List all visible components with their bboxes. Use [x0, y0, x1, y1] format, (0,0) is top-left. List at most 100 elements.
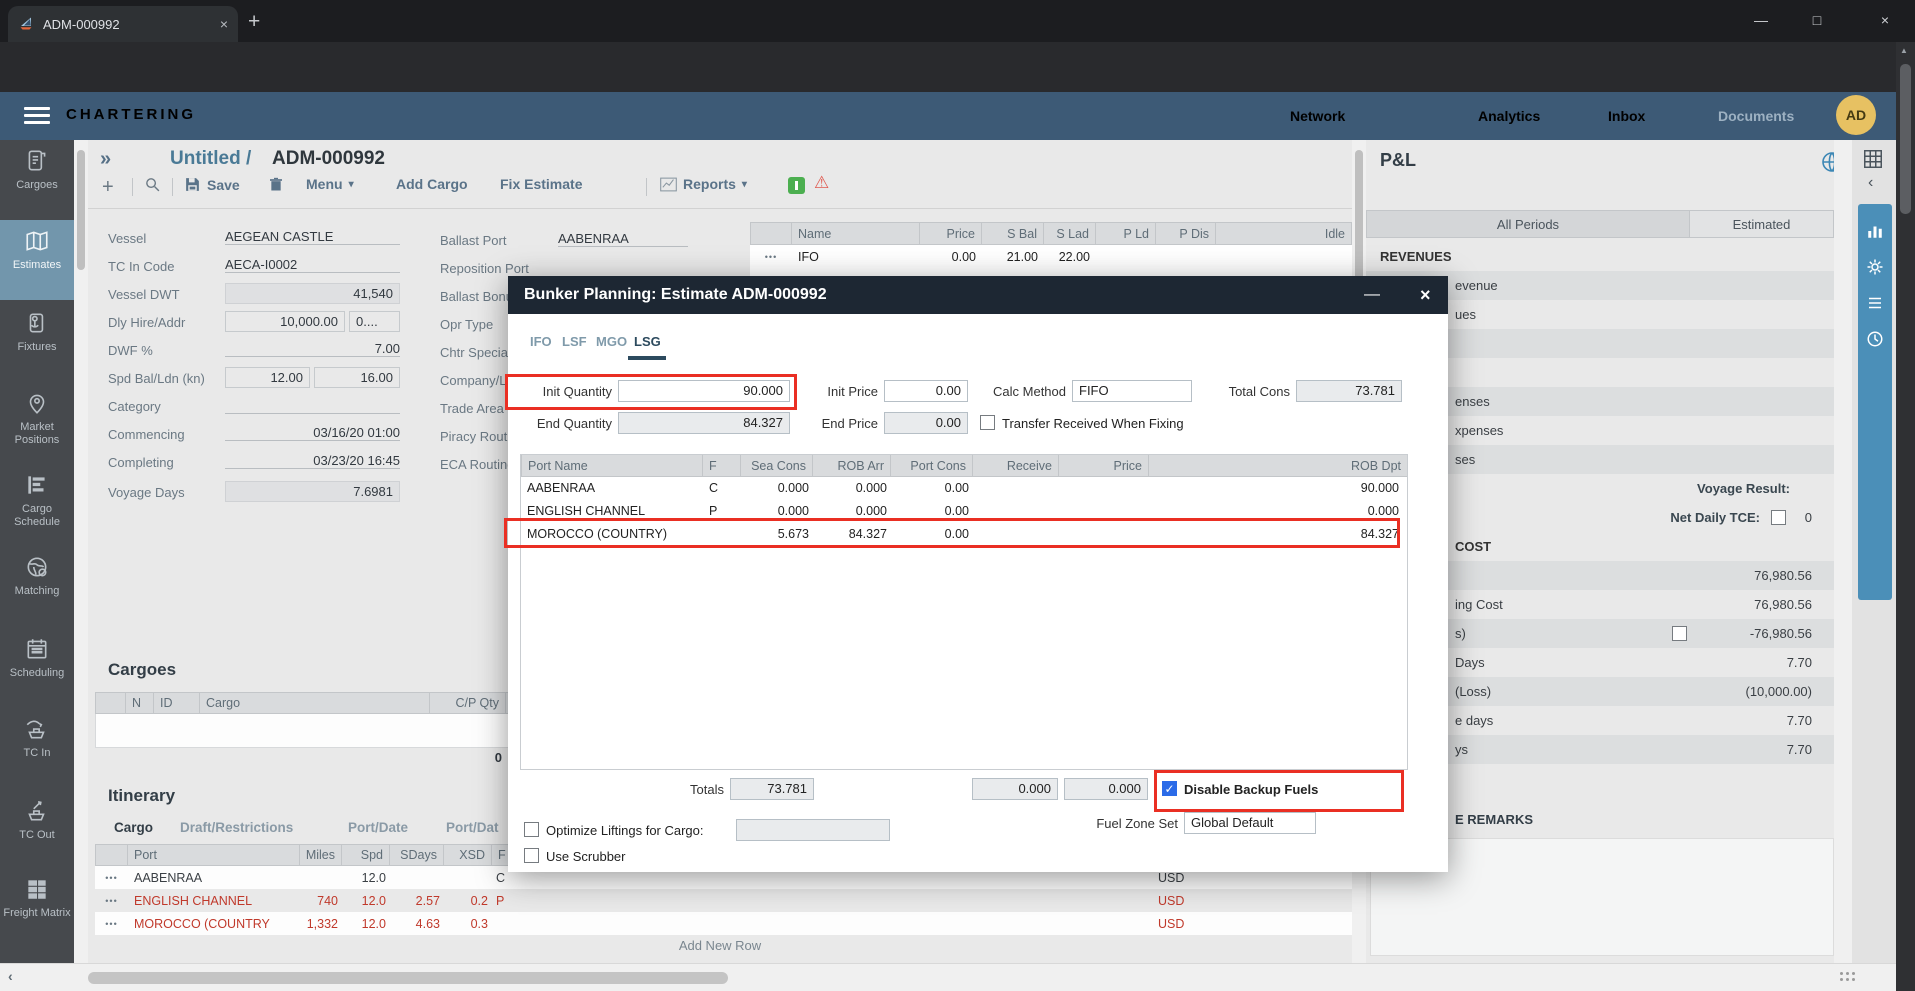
tce-checkbox[interactable]	[1771, 510, 1786, 525]
modal-tab-lsg[interactable]: LSG	[634, 334, 661, 349]
spd-ldn-field[interactable]: 16.00	[314, 367, 400, 388]
add-button[interactable]: +	[102, 176, 114, 199]
add-cargo-button[interactable]: Add Cargo	[396, 176, 468, 192]
sidebar-item-tc-in[interactable]: TC In	[0, 708, 74, 788]
spd-bal-field[interactable]: 12.00	[225, 367, 310, 388]
column-header[interactable]: ROB Arr	[813, 455, 891, 477]
column-header[interactable]: F	[703, 455, 741, 477]
column-header[interactable]: P Ld	[1096, 222, 1156, 245]
ballast-port-field[interactable]: AABENRAA	[558, 231, 688, 247]
column-header[interactable]: XSD	[444, 844, 492, 866]
completing-field[interactable]: 03/23/20 16:45	[225, 453, 400, 469]
modal-title-bar[interactable]: Bunker Planning: Estimate ADM-000992 — ×	[508, 276, 1448, 314]
scroll-up-icon[interactable]: ▲	[1900, 46, 1908, 55]
sidebar-item-freight-matrix[interactable]: Freight Matrix	[0, 868, 74, 958]
init-price-field[interactable]: 0.00	[884, 380, 968, 402]
modal-close-icon[interactable]: ×	[1420, 285, 1431, 306]
sidebar-item-matching[interactable]: Matching	[0, 546, 74, 626]
use-scrubber-checkbox[interactable]	[524, 848, 539, 863]
pl-checkbox[interactable]	[1672, 626, 1687, 641]
sidebar-item-fixtures[interactable]: Fixtures	[0, 302, 74, 380]
modal-tab-ifo[interactable]: IFO	[530, 334, 552, 349]
fuel-row-ifo[interactable]: ••• IFO 0.00 21.00 22.00	[750, 245, 1352, 268]
column-header[interactable]: Miles	[300, 844, 342, 866]
expand-panel-icon[interactable]: »	[100, 148, 111, 171]
column-header[interactable]: Port Name	[521, 455, 703, 477]
list-icon[interactable]	[1866, 294, 1884, 312]
bottom-scrollbar[interactable]: ‹	[0, 963, 1896, 991]
column-header[interactable]: P Dis	[1156, 222, 1216, 245]
sidebar-item-market-positions[interactable]: Market Positions	[0, 382, 74, 462]
column-header[interactable]: Sea Cons	[741, 455, 813, 477]
tab-port-date[interactable]: Port/Date	[348, 820, 408, 835]
tab-close-icon[interactable]: ×	[220, 16, 228, 32]
addr-field[interactable]: 0....	[349, 311, 400, 332]
commencing-field[interactable]: 03/16/20 01:00	[225, 425, 400, 441]
browser-scrollbar-thumb[interactable]	[1900, 64, 1911, 214]
column-header[interactable]: Price	[1059, 455, 1149, 477]
fuel-zone-field[interactable]: Global Default	[1184, 812, 1316, 834]
save-button[interactable]: Save	[184, 176, 240, 193]
column-header[interactable]: Cargo	[200, 692, 430, 714]
pl-period-header[interactable]: All Periods	[1366, 210, 1690, 238]
reports-button[interactable]: Reports▾	[660, 176, 747, 192]
new-tab-button[interactable]: +	[248, 10, 260, 34]
sidebar-item-estimates[interactable]: Estimates	[0, 220, 74, 300]
tab-port-day[interactable]: Port/Dat	[446, 820, 499, 835]
menu-button[interactable]: Menu▾	[306, 176, 354, 192]
column-header[interactable]: Price	[920, 222, 982, 245]
row-menu-icon[interactable]: •••	[95, 919, 128, 929]
column-header[interactable]: C/P Qty	[430, 692, 506, 714]
estimate-warning-icon[interactable]: ⚠	[814, 173, 829, 193]
grid-view-icon[interactable]	[1862, 148, 1884, 175]
search-icon[interactable]	[144, 176, 161, 193]
dly-hire-field[interactable]: 10,000.00	[225, 311, 345, 332]
transfer-received-checkbox[interactable]	[980, 415, 995, 430]
user-avatar[interactable]: AD	[1836, 95, 1876, 135]
category-field[interactable]	[225, 397, 400, 414]
window-minimize-button[interactable]: —	[1738, 0, 1784, 40]
modal-minimize-icon[interactable]: —	[1364, 286, 1380, 304]
validation-ok-icon[interactable]	[788, 177, 805, 194]
browser-tab[interactable]: ADM-000992 ×	[8, 6, 238, 42]
bottom-scrollbar-thumb[interactable]	[88, 972, 728, 984]
browser-scrollbar[interactable]: ▲	[1896, 42, 1915, 991]
nav-analytics[interactable]: Analytics	[1478, 108, 1540, 124]
fix-estimate-button[interactable]: Fix Estimate	[500, 176, 582, 192]
row-menu-icon[interactable]: •••	[95, 896, 128, 906]
column-header[interactable]: SDays	[390, 844, 444, 866]
pl-scrollbar[interactable]: ▲ ▼	[1834, 140, 1852, 963]
modal-tab-lsf[interactable]: LSF	[562, 334, 587, 349]
window-close-button[interactable]: ×	[1862, 0, 1908, 40]
column-header[interactable]: S Lad	[1044, 222, 1096, 245]
clock-icon[interactable]	[1866, 330, 1884, 348]
column-header[interactable]: N	[126, 692, 154, 714]
breadcrumb-untitled[interactable]: Untitled /	[170, 148, 251, 170]
main-left-scrollbar[interactable]	[74, 140, 88, 963]
tab-draft-restrictions[interactable]: Draft/Restrictions	[180, 820, 293, 835]
tc-in-code-field[interactable]: AECA-I0002	[225, 257, 400, 273]
itinerary-row[interactable]: ••• ENGLISH CHANNEL 740 12.0 2.57 0.2 P …	[95, 889, 1352, 912]
column-header[interactable]: Name	[792, 222, 920, 245]
itinerary-row[interactable]: ••• MOROCCO (COUNTRY 1,332 12.0 4.63 0.3…	[95, 912, 1352, 935]
add-new-row-button[interactable]: Add New Row	[88, 938, 1352, 953]
dwf-field[interactable]: 7.00	[225, 341, 400, 357]
modal-tab-mgo[interactable]: MGO	[596, 334, 627, 349]
optimize-cargo-field[interactable]	[736, 819, 890, 841]
column-header[interactable]: Idle	[1216, 222, 1352, 245]
chart-icon[interactable]	[1866, 222, 1884, 240]
collapse-rail-icon[interactable]: ‹	[1868, 174, 1873, 192]
optimize-liftings-checkbox[interactable]	[524, 822, 539, 837]
row-menu-icon[interactable]: •••	[95, 873, 128, 883]
column-header[interactable]: Port Cons	[891, 455, 973, 477]
nav-documents[interactable]: Documents	[1718, 108, 1794, 124]
row-menu-icon[interactable]: •••	[750, 252, 792, 262]
resize-grip[interactable]	[1840, 972, 1858, 984]
pl-estimated-header[interactable]: Estimated	[1690, 210, 1834, 238]
vessel-field[interactable]: AEGEAN CASTLE	[225, 229, 400, 245]
sidebar-item-scheduling[interactable]: Scheduling	[0, 628, 74, 706]
nav-inbox[interactable]: Inbox	[1608, 108, 1645, 124]
sidebar-item-tc-out[interactable]: TC Out	[0, 790, 74, 868]
column-header[interactable]: Spd	[342, 844, 390, 866]
scroll-left-icon[interactable]: ‹	[8, 968, 13, 984]
